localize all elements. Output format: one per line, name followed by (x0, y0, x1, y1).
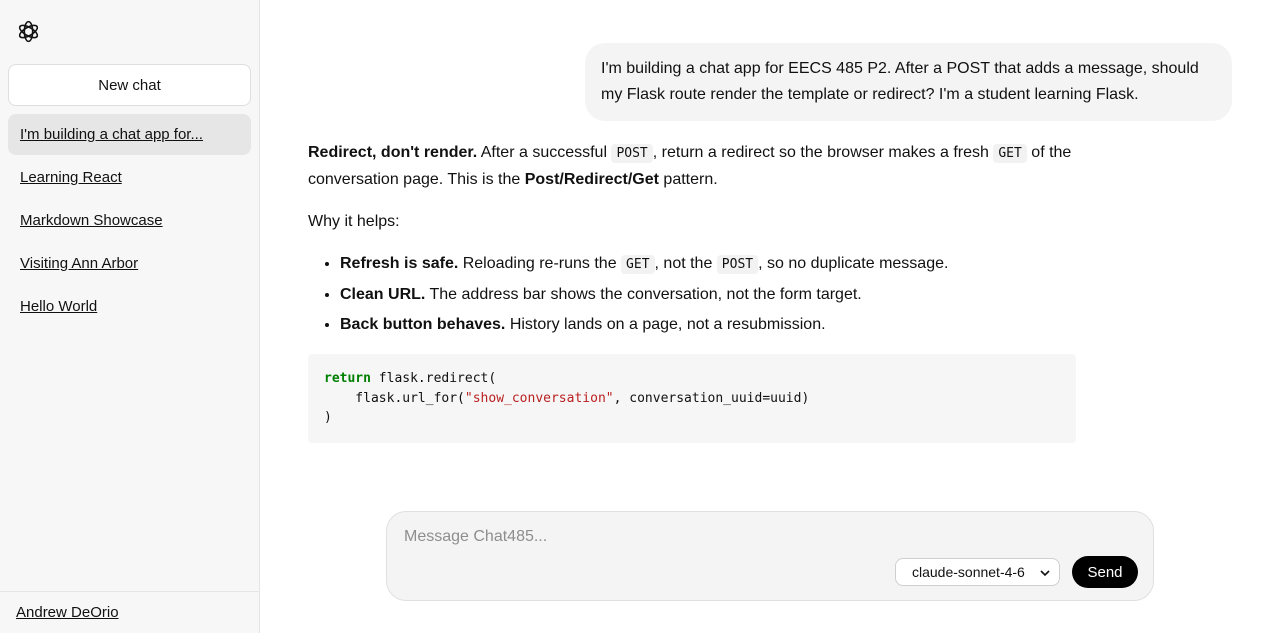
user-message: I'm building a chat app for EECS 485 P2.… (585, 43, 1232, 121)
sidebar-footer: Andrew DeOrio (0, 591, 259, 633)
model-select-value: claude-sonnet-4-6 (912, 564, 1025, 580)
text: , not the (654, 255, 717, 272)
code-string: "show_conversation" (464, 390, 614, 406)
text: After a successful (477, 144, 612, 161)
conversation-item[interactable]: Markdown Showcase (8, 200, 251, 241)
user-profile-link[interactable]: Andrew DeOrio (16, 604, 119, 621)
text: , so no duplicate message. (758, 255, 949, 272)
openai-logo-icon[interactable] (16, 19, 41, 44)
inline-code: POST (611, 144, 653, 163)
code-text: , conversation_uuid=uuid) (613, 390, 810, 406)
bold-text: Redirect, don't render. (308, 144, 478, 161)
send-button[interactable]: Send (1072, 556, 1138, 588)
new-chat-button[interactable]: New chat (8, 64, 251, 106)
assistant-message: Redirect, don't render. After a successf… (308, 140, 1076, 443)
message-input[interactable] (402, 526, 1142, 556)
code-keyword: return (324, 371, 371, 386)
bold-text: Back button behaves. (340, 316, 506, 333)
assistant-paragraph: Why it helps: (308, 213, 400, 230)
conversation-item[interactable]: Hello World (8, 286, 251, 327)
chevron-down-icon (1040, 570, 1050, 577)
conversation-item[interactable]: Learning React (8, 157, 251, 198)
text: pattern. (658, 171, 718, 188)
message-composer: claude-sonnet-4-6 Send (386, 511, 1154, 601)
bullet-list: Refresh is safe. Reloading re-runs the G… (308, 251, 1076, 338)
inline-code: GET (621, 255, 655, 274)
assistant-paragraph: Redirect, don't render. After a successf… (308, 140, 1076, 193)
bold-text: Post/Redirect/Get (524, 171, 659, 188)
inline-code: POST (716, 255, 759, 274)
list-item: Clean URL. The address bar shows the con… (340, 282, 1076, 308)
conversation-item-active[interactable]: I'm building a chat app for... (8, 114, 251, 155)
conversation-link[interactable]: Markdown Showcase (20, 212, 163, 229)
text: , return a redirect so the browser makes… (652, 144, 994, 161)
conversation-list: I'm building a chat app for... Learning … (8, 114, 251, 329)
code-text: ) (324, 410, 332, 425)
bold-text: Clean URL. (340, 286, 426, 303)
code-text: flask.url_for( (324, 390, 465, 406)
model-select[interactable]: claude-sonnet-4-6 (895, 558, 1060, 586)
list-item: Back button behaves. History lands on a … (340, 312, 1076, 338)
bold-text: Refresh is safe. (340, 255, 459, 272)
conversation-link[interactable]: Learning React (20, 169, 122, 186)
list-item: Refresh is safe. Reloading re-runs the G… (340, 251, 1076, 278)
sidebar: New chat I'm building a chat app for... … (0, 0, 260, 633)
conversation-item[interactable]: Visiting Ann Arbor (8, 243, 251, 284)
text: The address bar shows the conversation, … (425, 286, 862, 303)
code-text: flask.redirect( (370, 371, 497, 386)
conversation-link[interactable]: I'm building a chat app for... (20, 126, 203, 143)
inline-code: GET (993, 144, 1027, 163)
text: History lands on a page, not a resubmiss… (505, 316, 826, 333)
code-block: return flask.redirect( flask.url_for("sh… (308, 354, 1076, 443)
conversation-link[interactable]: Visiting Ann Arbor (20, 255, 138, 272)
text: Reloading re-runs the (458, 255, 622, 272)
conversation-link[interactable]: Hello World (20, 298, 97, 315)
chat-main: I'm building a chat app for EECS 485 P2.… (260, 0, 1280, 633)
